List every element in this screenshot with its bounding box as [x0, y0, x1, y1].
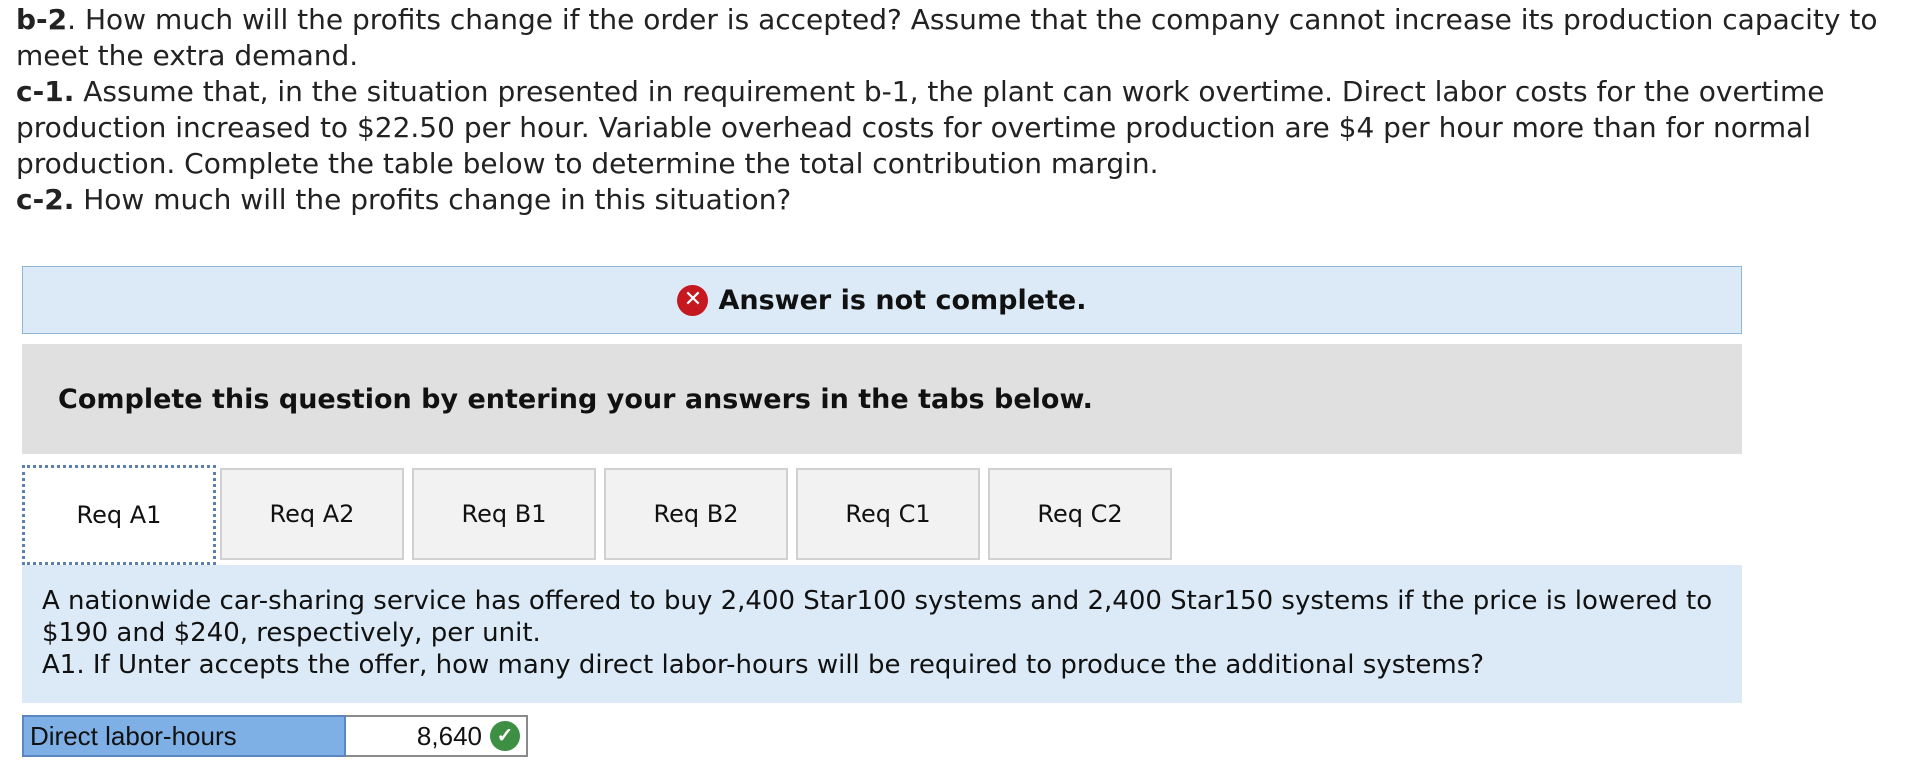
tab-content-panel: A nationwide car-sharing service has off… [22, 565, 1742, 703]
instruction-box: Complete this question by entering your … [22, 344, 1742, 454]
question-text: b-2. How much will the profits change if… [16, 2, 1906, 218]
c1-label: c-1. [16, 75, 75, 108]
tab-req-b1[interactable]: Req B1 [412, 468, 596, 560]
tab-req-c1[interactable]: Req C1 [796, 468, 980, 560]
question-b2: b-2. How much will the profits change if… [16, 2, 1906, 74]
answer-row: Direct labor-hours 8,640 ✓ [22, 715, 528, 757]
banner-text: Answer is not complete. [718, 284, 1087, 316]
b2-label: b-2 [16, 3, 68, 36]
content-question: A1. If Unter accepts the offer, how many… [42, 650, 1485, 680]
answer-value: 8,640 [416, 720, 482, 751]
tab-req-c2[interactable]: Req C2 [988, 468, 1172, 560]
c1-text: Assume that, in the situation presented … [16, 75, 1825, 180]
check-circle-icon: ✓ [490, 721, 520, 751]
c2-label: c-2. [16, 183, 75, 216]
question-c2: c-2. How much will the profits change in… [16, 182, 1906, 218]
answer-input[interactable]: 8,640 ✓ [346, 715, 528, 757]
tab-req-b2[interactable]: Req B2 [604, 468, 788, 560]
answer-label: Direct labor-hours [22, 715, 346, 757]
question-c1: c-1. Assume that, in the situation prese… [16, 74, 1906, 182]
tab-req-a1[interactable]: Req A1 [22, 465, 216, 565]
b2-text: . How much will the profits change if th… [16, 3, 1878, 72]
tab-req-a2[interactable]: Req A2 [220, 468, 404, 560]
c2-text: How much will the profits change in this… [74, 183, 792, 216]
content-description: A nationwide car-sharing service has off… [42, 586, 1713, 648]
answer-status-banner: ✕ Answer is not complete. [22, 266, 1742, 334]
x-circle-icon: ✕ [677, 284, 709, 316]
instruction-text: Complete this question by entering your … [58, 383, 1093, 415]
